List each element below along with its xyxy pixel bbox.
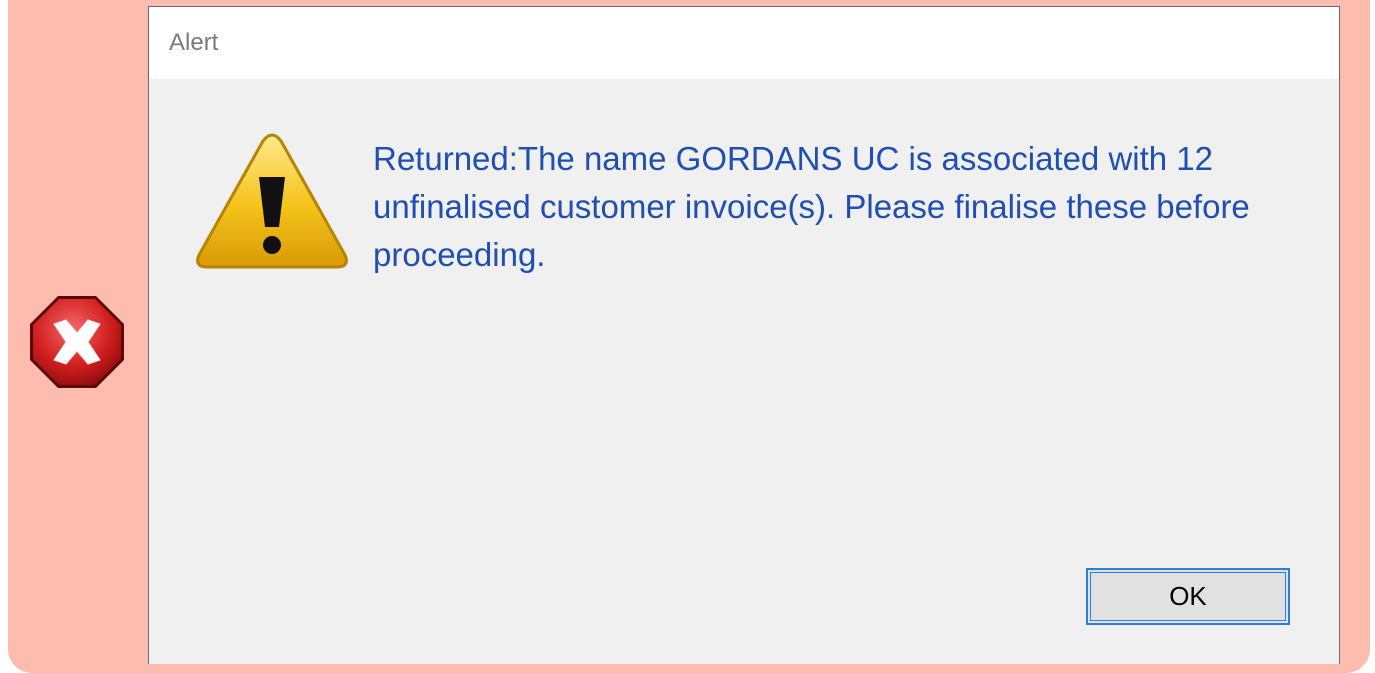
dialog-title: Alert: [169, 29, 219, 56]
ok-button[interactable]: OK: [1086, 568, 1290, 625]
alert-dialog: Alert Returned:The name GORDANS UC is as…: [148, 6, 1340, 664]
title-bar: Alert: [149, 7, 1339, 79]
alert-message: Returned:The name GORDANS UC is associat…: [373, 140, 1250, 273]
warning-icon: [196, 133, 348, 269]
error-icon: [30, 296, 124, 388]
